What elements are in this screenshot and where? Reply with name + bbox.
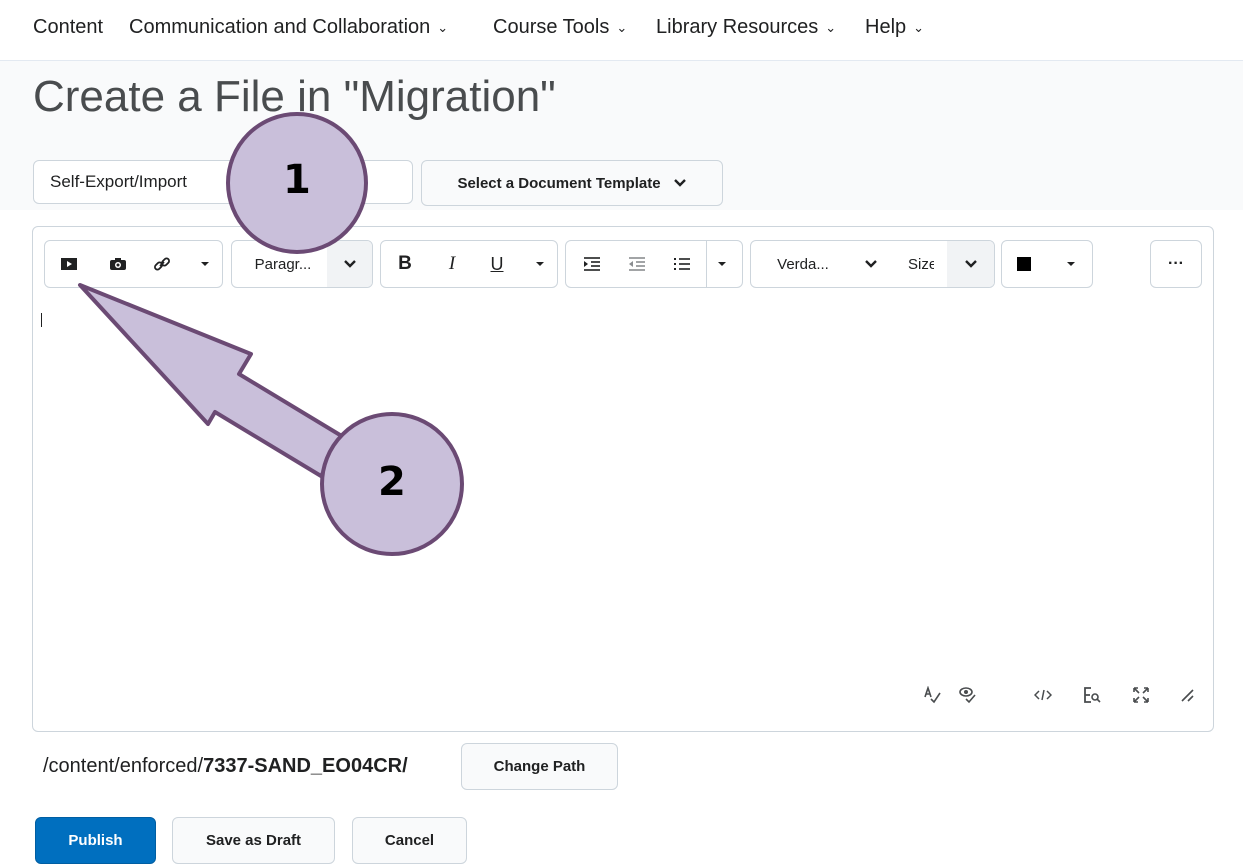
cancel-button[interactable]: Cancel bbox=[352, 817, 467, 864]
indent-button[interactable] bbox=[577, 241, 607, 287]
preview-icon bbox=[959, 687, 976, 704]
link-icon bbox=[154, 257, 170, 271]
chevron-down-icon: ⌄ bbox=[825, 19, 837, 35]
text-cursor bbox=[41, 313, 42, 327]
italic-button[interactable]: I bbox=[437, 241, 467, 287]
format-select[interactable]: Paragr... bbox=[240, 241, 326, 287]
underline-button[interactable]: U bbox=[482, 241, 512, 287]
spellcheck-icon bbox=[924, 686, 941, 704]
fullscreen-icon bbox=[1133, 687, 1149, 703]
resize-handle-icon bbox=[1181, 689, 1194, 702]
font-family-select[interactable]: Verda... bbox=[760, 241, 846, 287]
caret-down-icon bbox=[201, 262, 209, 266]
caret-down-icon bbox=[718, 262, 726, 266]
bold-button[interactable]: B bbox=[390, 241, 420, 287]
change-path-button[interactable]: Change Path bbox=[461, 743, 618, 790]
nav-item-help[interactable]: Help ⌄ bbox=[865, 16, 924, 39]
select-template-button[interactable]: Select a Document Template bbox=[421, 160, 723, 206]
underline-icon: U bbox=[490, 253, 504, 274]
file-path: /content/enforced/7337-SAND_EO04CR/ bbox=[43, 755, 408, 777]
page-title: Create a File in "Migration" bbox=[33, 72, 556, 121]
font-size-dropdown[interactable] bbox=[947, 241, 994, 287]
camera-icon bbox=[110, 258, 126, 270]
chevron-down-icon: ⌄ bbox=[616, 19, 628, 35]
chevron-down-icon bbox=[673, 179, 686, 187]
fullscreen-button[interactable] bbox=[1130, 684, 1152, 706]
indent-icon bbox=[584, 257, 600, 271]
find-replace-icon bbox=[1084, 687, 1101, 703]
file-title-input[interactable]: Self-Export/Import bbox=[33, 160, 413, 204]
caret-down-icon bbox=[536, 262, 544, 266]
outdent-button[interactable] bbox=[622, 241, 652, 287]
find-replace-button[interactable] bbox=[1081, 684, 1103, 706]
insert-stuff-icon bbox=[61, 258, 77, 270]
publish-button[interactable]: Publish bbox=[35, 817, 156, 864]
nav-item-course-tools[interactable]: Course Tools ⌄ bbox=[493, 16, 627, 39]
insert-link-button[interactable] bbox=[147, 241, 177, 287]
chevron-down-icon: ⌄ bbox=[437, 19, 449, 35]
chevron-down-icon: ⌄ bbox=[913, 19, 925, 35]
format-dropdown-button[interactable] bbox=[327, 241, 372, 287]
chevron-down-icon bbox=[343, 260, 356, 268]
list-dropdown[interactable] bbox=[706, 241, 737, 287]
font-size-select[interactable]: Size bbox=[896, 241, 946, 287]
chevron-down-icon bbox=[964, 260, 977, 268]
caret-down-icon bbox=[1067, 262, 1075, 266]
source-code-button[interactable] bbox=[1032, 684, 1054, 706]
text-color-button[interactable] bbox=[1010, 241, 1038, 287]
bold-icon: B bbox=[398, 253, 412, 274]
nav-item-content[interactable]: Content bbox=[33, 16, 103, 39]
more-options-button[interactable]: ··· bbox=[1151, 241, 1201, 287]
outdent-icon bbox=[629, 257, 645, 271]
list-button[interactable] bbox=[667, 241, 697, 287]
insert-stuff-button[interactable] bbox=[54, 241, 84, 287]
text-color-dropdown[interactable] bbox=[1060, 241, 1082, 287]
html-editor[interactable] bbox=[32, 226, 1214, 732]
italic-icon: I bbox=[448, 253, 456, 274]
insert-more-dropdown[interactable] bbox=[193, 241, 217, 287]
course-navbar: Content Communication and Collaboration ⌄… bbox=[0, 0, 1243, 61]
insert-image-button[interactable] bbox=[103, 241, 133, 287]
nav-item-communication[interactable]: Communication and Collaboration ⌄ bbox=[129, 16, 448, 39]
more-icon: ··· bbox=[1168, 255, 1184, 272]
text-style-dropdown[interactable] bbox=[528, 241, 552, 287]
chevron-down-icon bbox=[864, 260, 877, 268]
list-icon bbox=[674, 258, 690, 270]
spellcheck-button[interactable] bbox=[921, 684, 943, 706]
nav-item-library-resources[interactable]: Library Resources ⌄ bbox=[656, 16, 836, 39]
path-folder: 7337-SAND_EO04CR/ bbox=[203, 755, 408, 777]
save-draft-button[interactable]: Save as Draft bbox=[172, 817, 335, 864]
text-color-icon bbox=[1017, 257, 1031, 271]
preview-button[interactable] bbox=[956, 684, 978, 706]
resize-handle[interactable] bbox=[1176, 684, 1198, 706]
font-family-dropdown[interactable] bbox=[848, 241, 893, 287]
source-code-icon bbox=[1034, 689, 1052, 701]
